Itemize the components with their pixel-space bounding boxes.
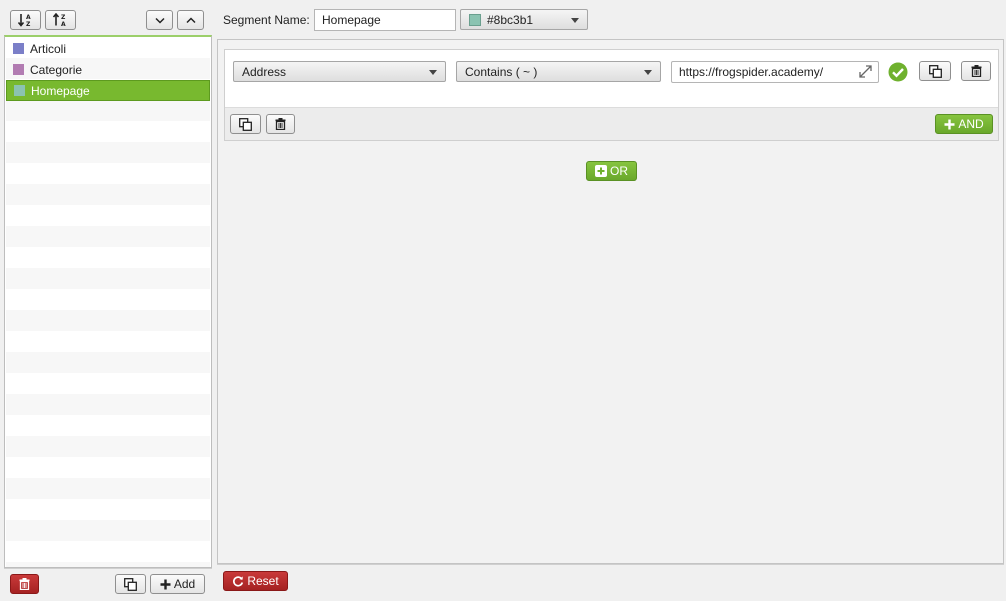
- copy-icon: [124, 577, 137, 591]
- list-background: [6, 37, 210, 567]
- add-segment-button[interactable]: Add: [150, 574, 205, 594]
- sort-az-icon: A Z: [17, 14, 31, 27]
- or-button-label: OR: [610, 164, 628, 178]
- delete-segment-button[interactable]: [10, 574, 39, 594]
- segment-color-swatch: [14, 85, 25, 96]
- caret-down-icon: [429, 70, 437, 75]
- segment-name-label: Segment Name:: [223, 13, 310, 27]
- list-item[interactable]: Articoli: [6, 38, 210, 59]
- copy-icon: [239, 117, 252, 131]
- plus-square-icon: [595, 165, 607, 177]
- field-select[interactable]: Address: [233, 61, 446, 82]
- move-down-button[interactable]: [146, 10, 173, 30]
- rule-group: Address Contains ( ~ ) https://frogspide…: [224, 49, 999, 141]
- refresh-icon: [233, 576, 244, 587]
- chevron-down-icon: [154, 17, 165, 24]
- sort-descending-button[interactable]: Z A: [45, 10, 76, 30]
- segment-name-input[interactable]: [314, 9, 456, 31]
- operator-select[interactable]: Contains ( ~ ): [456, 61, 661, 82]
- field-select-value: Address: [242, 64, 287, 79]
- delete-group-button[interactable]: [266, 114, 295, 134]
- delete-rule-button[interactable]: [961, 61, 991, 81]
- segment-color-select[interactable]: #8bc3b1: [460, 9, 588, 30]
- svg-text:A: A: [61, 21, 66, 27]
- caret-down-icon: [644, 70, 652, 75]
- list-item[interactable]: Categorie: [6, 59, 210, 80]
- color-swatch: [469, 13, 481, 26]
- sort-ascending-button[interactable]: A Z: [10, 10, 41, 30]
- reset-button[interactable]: Reset: [223, 571, 288, 591]
- add-or-group-button[interactable]: OR: [586, 161, 637, 181]
- duplicate-group-button[interactable]: [230, 114, 261, 134]
- duplicate-segment-button[interactable]: [115, 574, 146, 594]
- trash-icon: [19, 578, 30, 590]
- move-up-button[interactable]: [177, 10, 204, 30]
- rule-row: Address Contains ( ~ ): [225, 50, 998, 108]
- segment-label: Articoli: [30, 41, 67, 56]
- segment-list-footer: Add: [4, 568, 212, 597]
- plus-icon: [944, 119, 955, 129]
- sort-za-icon: Z A: [52, 13, 66, 27]
- segment-color-swatch: [13, 43, 24, 54]
- copy-icon: [928, 64, 942, 78]
- reset-button-label: Reset: [247, 574, 279, 588]
- svg-text:A: A: [26, 14, 31, 21]
- color-value: #8bc3b1: [487, 12, 534, 27]
- svg-text:Z: Z: [61, 14, 66, 21]
- rules-canvas: Address Contains ( ~ ) https://frogspide…: [217, 39, 1004, 564]
- segment-list-panel: A Z Z A Articoli Categorie Homepage Add: [4, 4, 212, 597]
- trash-icon: [971, 65, 981, 77]
- segment-list: Articoli Categorie Homepage: [4, 35, 212, 568]
- svg-text:Z: Z: [26, 21, 31, 27]
- segment-label: Categorie: [30, 62, 83, 77]
- segment-color-swatch: [13, 64, 24, 75]
- chevron-up-icon: [185, 16, 196, 23]
- rule-value-input[interactable]: [671, 61, 879, 83]
- trash-icon: [275, 118, 286, 130]
- plus-icon: [160, 579, 171, 589]
- add-and-condition-button[interactable]: AND: [935, 114, 993, 134]
- add-segment-label: Add: [173, 577, 196, 591]
- and-button-label: AND: [958, 117, 984, 131]
- caret-down-icon: [571, 18, 579, 23]
- editor-footer: Reset: [217, 564, 1004, 597]
- list-item-selected[interactable]: Homepage: [6, 80, 210, 101]
- segment-label: Homepage: [31, 83, 90, 98]
- segment-editor-panel: Segment Name: #8bc3b1 Address Contains (…: [217, 4, 1004, 597]
- duplicate-rule-button[interactable]: [919, 61, 951, 81]
- valid-check-icon: [888, 62, 908, 82]
- expand-icon[interactable]: [859, 65, 872, 78]
- operator-select-value: Contains ( ~ ): [465, 64, 538, 79]
- rule-group-footer: AND: [225, 108, 998, 140]
